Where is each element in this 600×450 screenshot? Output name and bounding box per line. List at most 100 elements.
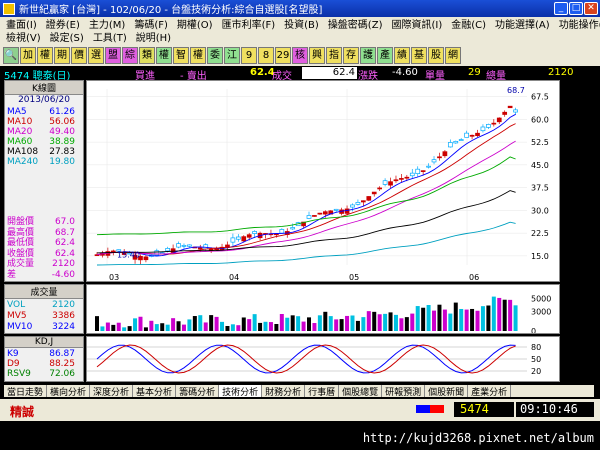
toolbar-button[interactable]: 基: [411, 46, 427, 64]
tab-5[interactable]: 技術分析: [219, 385, 263, 398]
toolbar-button[interactable]: 權: [190, 46, 206, 64]
toolbar-button[interactable]: 價: [71, 46, 87, 64]
menu-item[interactable]: 功能操作(F): [559, 16, 600, 31]
toolbar-button[interactable]: 權: [156, 46, 172, 64]
toolbar-button[interactable]: 類: [139, 46, 155, 64]
toolbar-button[interactable]: 9: [241, 46, 257, 64]
kd-title: KD,J: [5, 337, 83, 348]
menu-item[interactable]: 設定(S): [50, 29, 84, 44]
candle-body: [371, 191, 377, 195]
indicator-row: MA108 27.83: [7, 147, 81, 157]
toolbar-button[interactable]: 8: [258, 46, 274, 64]
indicator-value: 27.83: [49, 147, 75, 157]
minimize-button[interactable]: _: [554, 2, 568, 15]
total-volume: 2120: [548, 67, 574, 78]
volume-chart[interactable]: 5000 3000 0: [86, 284, 560, 336]
volume-bar: [230, 324, 235, 331]
menu-item[interactable]: 金融(C): [451, 16, 486, 31]
indicator-name: 差: [7, 269, 17, 280]
tab-3[interactable]: 基本分析: [133, 385, 177, 398]
indicator-name: RSV9: [7, 369, 31, 379]
toolbar-button[interactable]: 盟: [105, 46, 121, 64]
volume-bar: [361, 317, 366, 331]
volume-bar: [383, 313, 388, 331]
candle-body: [469, 134, 475, 137]
toolbar-button[interactable]: 權: [37, 46, 53, 64]
candle-body: [252, 231, 257, 234]
last-price: 62.4: [250, 67, 275, 78]
candle-body: [388, 181, 393, 186]
k-line-chart[interactable]: 67.5 60.0 52.5 45.0 37.5 30.0 22.5 15.0 03 04 05 06…: [86, 80, 560, 282]
y-tick-label: 37.5: [531, 184, 549, 193]
tab-10[interactable]: 個股新聞: [425, 385, 469, 398]
high-annotation: 68.7: [507, 86, 525, 95]
close-button[interactable]: ✕: [584, 2, 598, 15]
toolbar-button[interactable]: 護: [360, 46, 376, 64]
volume-bar: [203, 322, 208, 331]
search-icon[interactable]: 🔍: [3, 46, 19, 64]
toolbar-button[interactable]: 智: [173, 46, 189, 64]
low-annotation: 15.40: [117, 250, 140, 259]
volume-bar: [350, 315, 355, 331]
toolbar-button[interactable]: 興: [309, 46, 325, 64]
toolbar-button[interactable]: 股: [428, 46, 444, 64]
volume-bar: [508, 299, 513, 331]
stock-code-box[interactable]: 5474: [454, 402, 514, 417]
tab-7[interactable]: 行事曆: [305, 385, 340, 398]
toolbar-button[interactable]: 選: [88, 46, 104, 64]
candle-body: [322, 211, 328, 215]
tab-6[interactable]: 財務分析: [262, 385, 306, 398]
maximize-button[interactable]: □: [569, 2, 583, 15]
menu-item[interactable]: 匯市利率(F): [222, 16, 276, 31]
y-tick-label: 20: [531, 367, 541, 376]
indicator-value: 67.0: [54, 217, 75, 227]
candle-body: [187, 244, 192, 247]
menu-item[interactable]: 說明(H): [136, 29, 171, 44]
menu-item[interactable]: 國際資訊(I): [391, 16, 442, 31]
ma-list: MA5 61.26 MA10 56.06 MA20 49.40 MA60 38.89 MA108…: [5, 105, 83, 175]
ma-line-240: [96, 221, 516, 266]
volume-bar: [388, 312, 393, 331]
toolbar-button[interactable]: 指: [326, 46, 342, 64]
toolbar-button[interactable]: 29: [275, 46, 291, 64]
x-tick-label: 05: [349, 273, 359, 281]
volume-bar: [464, 309, 469, 331]
tab-1[interactable]: 橫向分析: [47, 385, 91, 398]
menu-item[interactable]: 工具(T): [93, 29, 127, 44]
kd-chart[interactable]: 80 50 20: [86, 336, 560, 382]
volume-bar: [399, 318, 404, 331]
tab-11[interactable]: 產業分析: [468, 385, 512, 398]
volume-bar: [127, 326, 132, 331]
toolbar-button[interactable]: 期: [54, 46, 70, 64]
menu-item[interactable]: 操盤密碼(Z): [328, 16, 383, 31]
kd-svg: 80 50 20: [87, 343, 541, 376]
toolbar-button[interactable]: 績: [394, 46, 410, 64]
tab-8[interactable]: 個股總覽: [339, 385, 383, 398]
volume-bar: [497, 297, 502, 331]
menu-item[interactable]: 期權(O): [177, 16, 213, 31]
candle-body: [246, 234, 252, 238]
volume-bar: [307, 317, 311, 331]
toolbar-button[interactable]: 綜: [122, 46, 138, 64]
tab-0[interactable]: 當日走勢: [4, 385, 48, 398]
tab-4[interactable]: 籌碼分析: [176, 385, 220, 398]
toolbar-button[interactable]: 網: [445, 46, 461, 64]
indicator-name: MV10: [7, 322, 33, 332]
indicator-name: 成交量: [7, 259, 35, 269]
menu-item[interactable]: 檢視(V): [6, 29, 41, 44]
tab-2[interactable]: 深度分析: [90, 385, 134, 398]
toolbar-button[interactable]: 核: [292, 46, 308, 64]
menu-item[interactable]: 功能選擇(A): [495, 16, 550, 31]
volume-bar: [181, 324, 186, 331]
volume-bar: [138, 316, 143, 331]
toolbar-button[interactable]: 產: [377, 46, 393, 64]
toolbar-button[interactable]: 加: [20, 46, 36, 64]
tab-9[interactable]: 研報預測: [382, 385, 426, 398]
volume-bar: [285, 317, 290, 331]
y-tick-label: 0: [531, 327, 536, 333]
toolbar-button[interactable]: 委: [207, 46, 223, 64]
toolbar-button[interactable]: 江: [224, 46, 240, 64]
indicator-name: MA10: [7, 117, 33, 127]
menu-item[interactable]: 投資(B): [284, 16, 319, 31]
toolbar-button[interactable]: 存: [343, 46, 359, 64]
